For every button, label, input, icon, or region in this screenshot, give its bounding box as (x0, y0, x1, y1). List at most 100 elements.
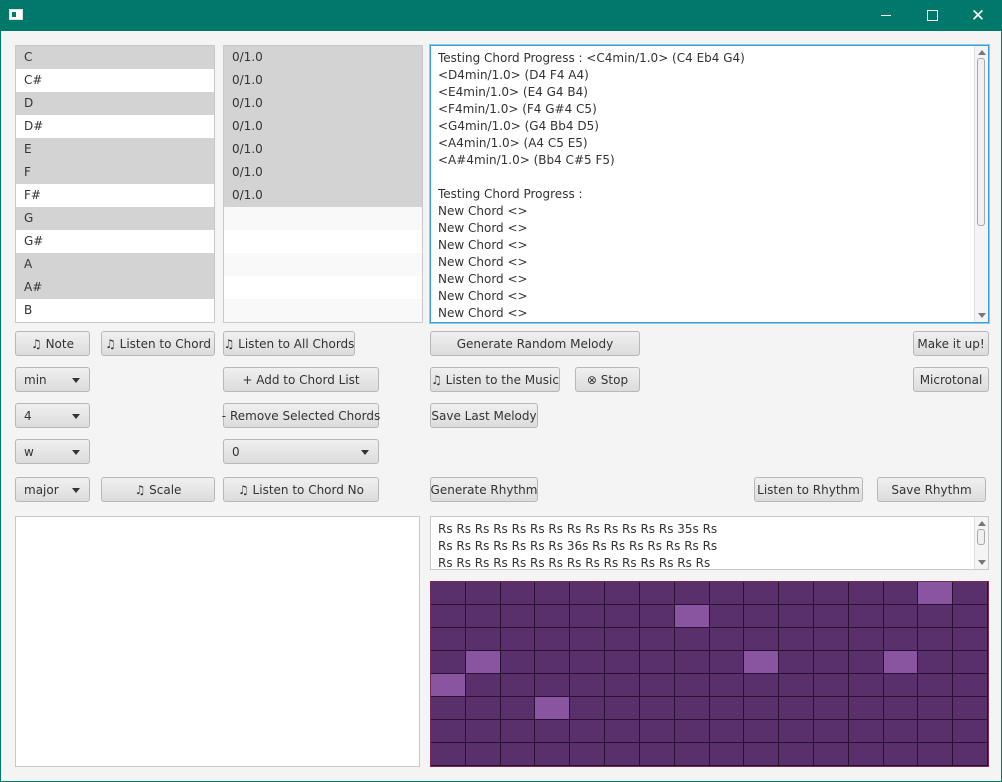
grid-cell[interactable] (465, 743, 501, 766)
grid-cell[interactable] (570, 651, 606, 674)
grid-cell[interactable] (953, 651, 988, 674)
grid-cell[interactable] (570, 628, 606, 651)
add-to-chord-list-button[interactable]: + Add to Chord List (223, 367, 379, 392)
grid-cell[interactable] (953, 674, 988, 697)
note-list-item[interactable]: G# (16, 230, 214, 253)
grid-cell[interactable] (709, 674, 745, 697)
stop-button[interactable]: ⊗ Stop (575, 367, 640, 392)
grid-cell[interactable] (639, 674, 675, 697)
scroll-thumb[interactable] (977, 58, 985, 226)
grid-cell[interactable] (813, 743, 849, 766)
grid-cell[interactable] (709, 651, 745, 674)
grid-cell-active[interactable] (465, 651, 501, 674)
grid-cell[interactable] (465, 720, 501, 743)
rhythm-scrollbar[interactable] (974, 517, 988, 569)
grid-cell[interactable] (674, 674, 710, 697)
grid-cell[interactable] (605, 743, 640, 766)
progress-scrollbar[interactable] (974, 46, 988, 322)
note-list-item[interactable]: F# (16, 184, 214, 207)
listen-to-all-chords-button[interactable]: ♫ Listen to All Chords (223, 331, 355, 356)
grid-cell[interactable] (779, 743, 814, 766)
grid-cell[interactable] (744, 605, 780, 628)
grid-cell[interactable] (500, 628, 536, 651)
grid-cell[interactable] (848, 651, 884, 674)
grid-cell[interactable] (848, 605, 884, 628)
grid-cell[interactable] (953, 743, 988, 766)
grid-cell[interactable] (570, 674, 606, 697)
grid-cell[interactable] (953, 605, 988, 628)
grid-cell[interactable] (779, 628, 814, 651)
save-rhythm-button[interactable]: Save Rhythm (877, 477, 986, 502)
grid-cell[interactable] (639, 628, 675, 651)
grid-cell[interactable] (605, 582, 640, 605)
grid-cell[interactable] (431, 697, 466, 720)
grid-cell[interactable] (639, 582, 675, 605)
grid-cell[interactable] (918, 674, 954, 697)
chord-progress-textarea[interactable]: Testing Chord Progress : <C4min/1.0> (C4… (430, 45, 989, 323)
grid-cell[interactable] (779, 720, 814, 743)
grid-cell[interactable] (918, 605, 954, 628)
grid-cell[interactable] (709, 697, 745, 720)
listen-to-chord-no-button[interactable]: ♫ Listen to Chord No (223, 477, 379, 502)
scroll-thumb[interactable] (977, 529, 985, 545)
grid-cell-active[interactable] (535, 697, 571, 720)
note-list-item[interactable]: D (16, 92, 214, 115)
grid-cell-active[interactable] (883, 651, 919, 674)
grid-cell[interactable] (570, 743, 606, 766)
close-button[interactable]: ✕ (955, 0, 1001, 31)
octave-select[interactable]: 4 (15, 403, 90, 428)
grid-cell[interactable] (674, 582, 710, 605)
grid-cell[interactable] (744, 720, 780, 743)
grid-cell[interactable] (953, 697, 988, 720)
scroll-down-icon[interactable] (978, 313, 986, 318)
grid-cell[interactable] (883, 605, 919, 628)
note-list[interactable]: C C# D D# E F F# G G# A A# B (15, 45, 215, 323)
grid-cell[interactable] (848, 674, 884, 697)
grid-cell[interactable] (779, 605, 814, 628)
grid-cell[interactable] (883, 582, 919, 605)
grid-cell[interactable] (883, 743, 919, 766)
note-list-item[interactable]: F (16, 161, 214, 184)
generate-random-melody-button[interactable]: Generate Random Melody (430, 331, 640, 356)
scale-type-select[interactable]: major (15, 477, 90, 502)
grid-cell[interactable] (500, 674, 536, 697)
minimize-button[interactable] (863, 0, 909, 31)
chord-list-item[interactable]: 0/1.0 (224, 184, 422, 207)
grid-cell[interactable] (465, 697, 501, 720)
grid-cell[interactable] (848, 697, 884, 720)
grid-cell[interactable] (813, 674, 849, 697)
grid-cell[interactable] (848, 582, 884, 605)
grid-cell[interactable] (535, 605, 571, 628)
chord-type-select[interactable]: min (15, 367, 90, 392)
grid-cell[interactable] (570, 605, 606, 628)
remove-selected-chords-button[interactable]: - Remove Selected Chords (222, 403, 380, 428)
grid-cell-active[interactable] (674, 605, 710, 628)
make-it-up-button[interactable]: Make it up! (913, 331, 989, 356)
grid-cell[interactable] (709, 720, 745, 743)
grid-cell[interactable] (465, 582, 501, 605)
grid-cell[interactable] (500, 720, 536, 743)
grid-cell[interactable] (918, 651, 954, 674)
grid-cell[interactable] (605, 605, 640, 628)
grid-cell[interactable] (605, 697, 640, 720)
grid-cell[interactable] (883, 720, 919, 743)
scroll-down-icon[interactable] (978, 560, 986, 565)
grid-cell[interactable] (605, 674, 640, 697)
grid-cell-active[interactable] (918, 582, 954, 605)
output-textarea[interactable] (15, 516, 420, 767)
grid-cell[interactable] (570, 720, 606, 743)
grid-cell[interactable] (605, 651, 640, 674)
grid-cell[interactable] (500, 605, 536, 628)
grid-cell[interactable] (779, 697, 814, 720)
rhythm-step-grid[interactable] (430, 581, 989, 767)
grid-cell[interactable] (639, 743, 675, 766)
grid-cell[interactable] (813, 651, 849, 674)
grid-cell-active[interactable] (431, 674, 466, 697)
note-list-item[interactable]: A (16, 253, 214, 276)
grid-cell[interactable] (431, 605, 466, 628)
grid-cell[interactable] (674, 697, 710, 720)
grid-cell[interactable] (779, 651, 814, 674)
grid-cell[interactable] (500, 697, 536, 720)
note-list-item[interactable]: E (16, 138, 214, 161)
grid-cell[interactable] (848, 628, 884, 651)
